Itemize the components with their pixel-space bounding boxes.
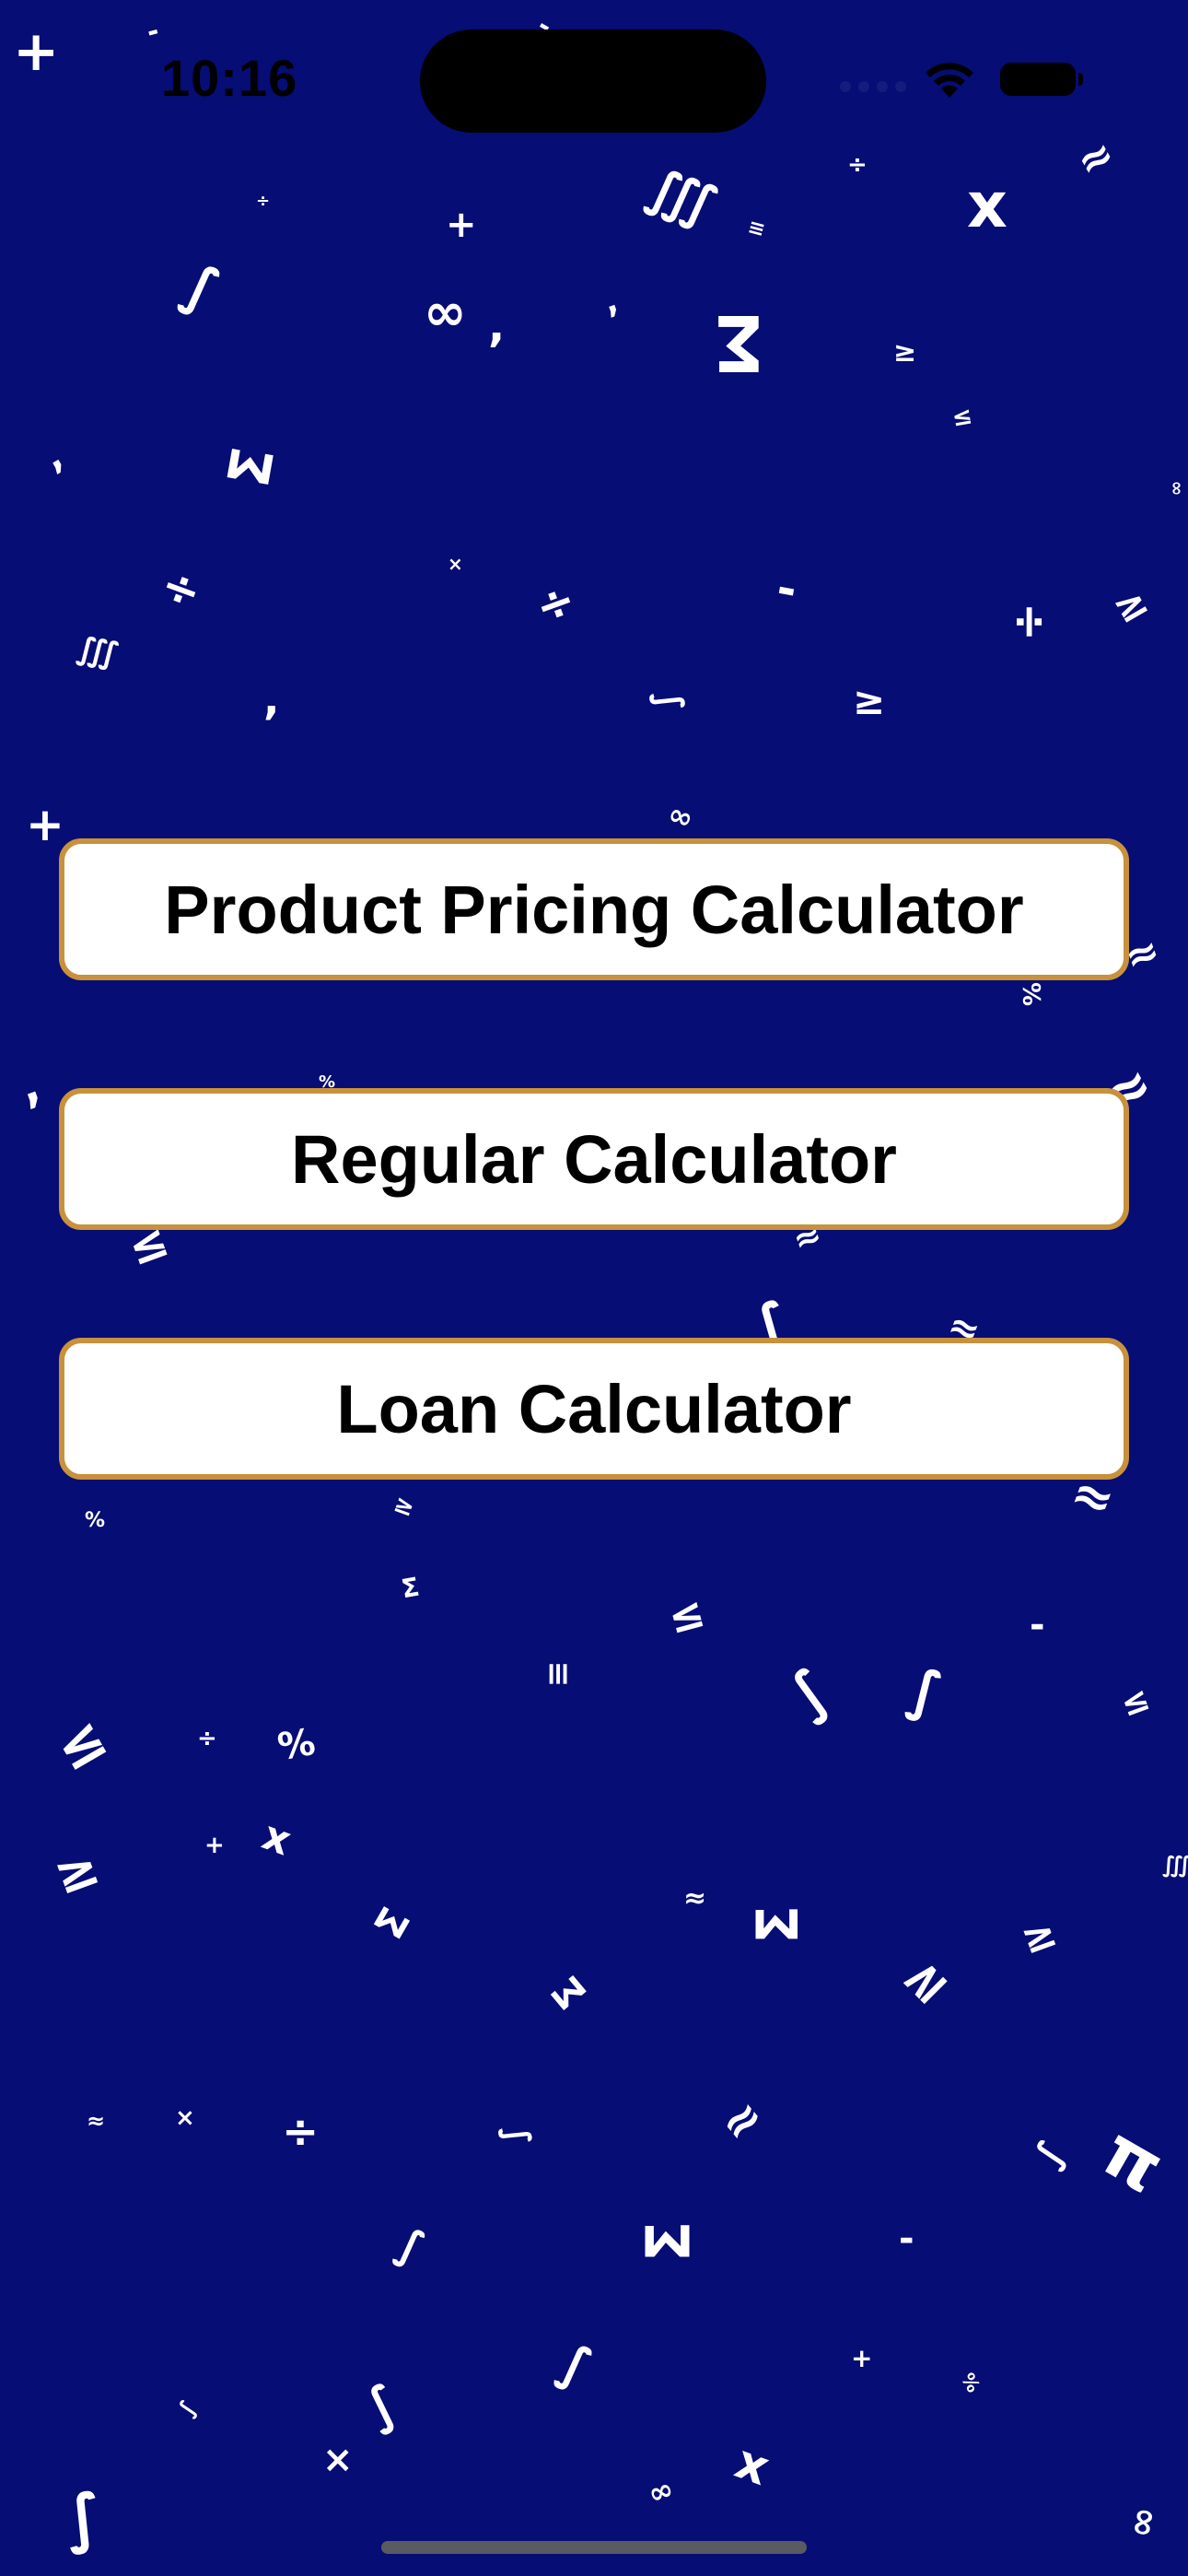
geq-symbol: ≥	[46, 1835, 108, 1908]
x-symbol: x	[728, 2434, 776, 2497]
divide-symbol: ÷	[154, 556, 209, 621]
divide-symbol: ÷	[528, 571, 583, 636]
approx-symbol: ≈	[87, 2108, 106, 2134]
leq-symbol: ≤	[42, 1702, 119, 1786]
integral-symbol: ∫	[774, 1655, 844, 1729]
divide-symbol: ÷	[1003, 603, 1057, 641]
integral-symbol: ∫	[172, 2395, 203, 2421]
times-symbol: ×	[322, 2439, 354, 2481]
percent-symbol: %	[1017, 981, 1045, 1007]
triple-integral-symbol: ∭	[1162, 1852, 1188, 1878]
infinity-symbol: ∞	[424, 283, 467, 343]
loan-calculator-label: Loan Calculator	[336, 1370, 852, 1447]
leq-symbol: ≤	[662, 1586, 710, 1645]
integral-symbol: ∫	[647, 686, 693, 716]
plus-symbol: +	[26, 798, 64, 851]
times-symbol: ×	[448, 553, 463, 575]
pi-symbol: π	[1089, 2109, 1178, 2209]
divide-symbol: ÷	[256, 192, 271, 211]
geq-symbol: ≥	[1104, 577, 1156, 633]
infinity-symbol: ∞	[643, 2470, 679, 2512]
integral-symbol: ∫	[496, 2122, 538, 2149]
sigma-symbol: Σ	[542, 1966, 597, 2019]
status-bar-time: 10:16	[161, 49, 298, 107]
minus-symbol: -	[899, 2218, 914, 2260]
percent-symbol: %	[956, 2369, 985, 2396]
loan-calculator-button[interactable]: Loan Calculator	[59, 1338, 1129, 1480]
integral-symbol: ∫	[174, 251, 228, 324]
percent-symbol: %	[85, 1509, 106, 1532]
infinity-symbol: ∞	[1121, 2503, 1169, 2542]
sigma-symbol: Σ	[365, 1899, 421, 1948]
geq-symbol: ≥	[390, 1490, 419, 1523]
integral-symbol: ∫	[58, 2479, 109, 2558]
sigma-symbol: Σ	[633, 2220, 705, 2263]
plus-symbol: +	[446, 204, 477, 246]
integral-symbol: ∫	[903, 1657, 948, 1727]
plus-symbol: +	[851, 2343, 873, 2373]
integral-symbol: ∫	[390, 2217, 432, 2274]
home-indicator[interactable]	[381, 2541, 807, 2554]
infinity-symbol: ∞	[1166, 480, 1188, 497]
percent-symbol: %	[274, 1720, 319, 1770]
triple-integral-symbol: ∭	[640, 157, 724, 237]
x-symbol: x	[967, 170, 1007, 242]
plus-symbol: +	[204, 1832, 225, 1859]
integral-symbol: ∫	[354, 2372, 410, 2439]
app-screen: + - - ∭ ≡ ÷ ≈ x ÷ + ∫ ∞ , , Σ ≥ ≤ , Σ ∞ …	[0, 0, 1188, 2576]
math-symbols-background: + - - ∭ ≡ ÷ ≈ x ÷ + ∫ ∞ , , Σ ≥ ≤ , Σ ∞ …	[0, 0, 1188, 2576]
minus-symbol: -	[1030, 1604, 1045, 1646]
minus-symbol: -	[143, 15, 163, 50]
integral-symbol: ∫	[551, 2332, 600, 2397]
regular-calculator-label: Regular Calculator	[291, 1120, 897, 1198]
sigma-symbol: Σ	[744, 1904, 812, 1945]
product-pricing-calculator-label: Product Pricing Calculator	[164, 871, 1024, 948]
divide-symbol: ÷	[282, 2106, 320, 2158]
sigma-symbol: Σ	[215, 441, 288, 493]
leq-symbol: ≤	[1115, 1680, 1156, 1725]
geq-symbol: ≥	[893, 336, 917, 369]
geq-symbol: ≥	[887, 1944, 961, 2018]
comma-symbol: ,	[263, 674, 280, 724]
sigma-symbol: Σ	[399, 1571, 422, 1605]
comma-symbol: ,	[11, 1058, 47, 1115]
divide-symbol: ÷	[847, 151, 868, 179]
cellular-signal-icon	[840, 81, 906, 92]
regular-calculator-button[interactable]: Regular Calculator	[59, 1088, 1129, 1230]
plus-symbol: +	[13, 19, 60, 84]
infinity-symbol: ∞	[663, 795, 699, 837]
identical-symbol: ≡	[745, 216, 768, 242]
battery-icon	[1000, 63, 1083, 96]
divide-symbol: ÷	[197, 1725, 217, 1752]
times-symbol: ×	[175, 2104, 195, 2132]
sigma-symbol: Σ	[713, 298, 766, 388]
approx-symbol: ≈	[683, 1882, 707, 1914]
leq-symbol: ≤	[949, 402, 975, 433]
x-symbol: x	[256, 1811, 297, 1866]
identical-symbol: ≡	[540, 1660, 577, 1688]
minus-symbol: -	[773, 560, 801, 617]
triple-integral-symbol: ∭	[74, 629, 122, 673]
comma-symbol: ,	[488, 300, 506, 352]
approx-symbol: ≈	[1067, 126, 1124, 189]
product-pricing-calculator-button[interactable]: Product Pricing Calculator	[59, 838, 1129, 980]
integral-symbol: ∫	[1026, 2133, 1075, 2175]
dynamic-island	[420, 29, 766, 133]
comma-symbol: ,	[36, 435, 70, 479]
approx-symbol: ≈	[708, 2087, 775, 2155]
wifi-icon	[921, 57, 978, 104]
geq-symbol: ≥	[1015, 1908, 1064, 1964]
comma-symbol: ,	[598, 281, 623, 322]
geq-symbol: ≥	[853, 678, 886, 723]
